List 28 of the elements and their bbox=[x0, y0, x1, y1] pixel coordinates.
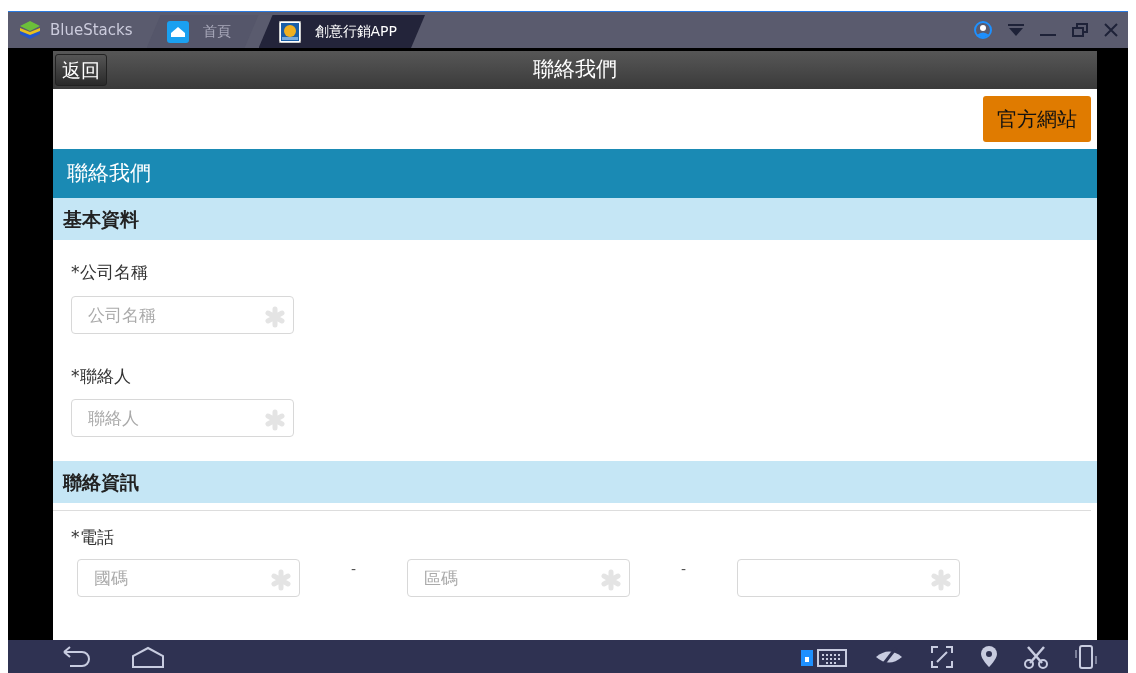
field-label: *公司名稱 bbox=[70, 261, 149, 284]
official-site-button[interactable]: 官方網站 bbox=[983, 96, 1091, 142]
location-pin-icon[interactable] bbox=[980, 644, 998, 669]
logo-icon bbox=[18, 20, 42, 40]
input-field[interactable]: 聯絡人 bbox=[71, 399, 294, 437]
section-header: 聯絡我們 bbox=[53, 149, 1097, 198]
input-field[interactable]: 公司名稱 bbox=[71, 295, 294, 334]
input-field[interactable]: 區碼 bbox=[407, 558, 630, 597]
back-button[interactable]: 返回 bbox=[55, 54, 107, 86]
home-icon[interactable] bbox=[132, 645, 164, 668]
account-icon[interactable] bbox=[974, 21, 992, 39]
group-header: 基本資料 bbox=[53, 198, 1097, 240]
phone-rotate-icon[interactable] bbox=[1074, 643, 1098, 670]
separator: - bbox=[349, 559, 358, 579]
field-label: *電話 bbox=[70, 526, 115, 549]
fullscreen-icon[interactable] bbox=[930, 644, 954, 669]
home-icon bbox=[166, 20, 189, 43]
page-title: 聯絡我們 bbox=[533, 56, 617, 84]
separator: - bbox=[679, 559, 688, 579]
group-header: 聯絡資訊 bbox=[53, 461, 1097, 503]
scissors-icon[interactable] bbox=[1024, 644, 1048, 669]
field-label: *聯絡人 bbox=[70, 364, 132, 388]
app-icon bbox=[278, 20, 301, 43]
brand-name: BlueStacks bbox=[50, 19, 133, 41]
input-field[interactable]: 國碼 bbox=[77, 558, 300, 597]
window-tab[interactable]: 創意行銷APP bbox=[258, 15, 425, 48]
input-field[interactable] bbox=[737, 558, 960, 597]
keyboard-icon[interactable] bbox=[800, 646, 848, 667]
